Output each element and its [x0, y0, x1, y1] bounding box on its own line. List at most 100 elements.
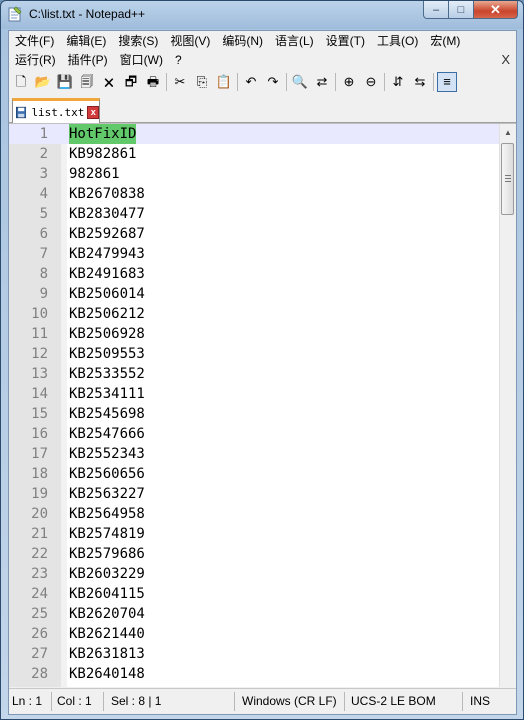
zoom-in-icon[interactable]: ⊕ [339, 72, 359, 92]
editor-line[interactable]: 8 KB2491683 [9, 264, 499, 284]
minimize-button[interactable]: – [423, 1, 449, 19]
cut-icon[interactable]: ✂ [170, 72, 190, 92]
copy-icon[interactable]: ⎘ [192, 72, 212, 92]
editor[interactable]: 1 HotFixID 2 KB982861 3 982861 4 KB2670838 5 KB28… [9, 123, 516, 687]
line-number: 25 [31, 606, 48, 622]
editor-line[interactable]: 18 KB2560656 [9, 464, 499, 484]
editor-line[interactable]: 26 KB2621440 [9, 624, 499, 644]
editor-line[interactable]: 17 KB2552343 [9, 444, 499, 464]
close-document-button[interactable]: X [501, 51, 510, 69]
menu-item[interactable]: 语言(L) [269, 32, 320, 50]
scroll-thumb[interactable] [501, 143, 514, 215]
vertical-scrollbar[interactable]: ▲ [499, 124, 516, 687]
sync-horizontal-icon[interactable]: ⇆ [410, 72, 430, 92]
line-number: 7 [39, 246, 48, 262]
status-bar: Ln : 1 Col : 1 Sel : 8 | 1 Windows (CR L… [9, 688, 516, 714]
menu-item[interactable]: ? [169, 51, 188, 69]
menu-item[interactable]: 编码(N) [216, 32, 269, 50]
line-number: 14 [31, 386, 48, 402]
open-file-icon[interactable]: 📂 [33, 72, 53, 92]
title-bar[interactable]: C:\list.txt - Notepad++ – □ ✕ [1, 1, 523, 28]
tab-close-icon[interactable]: x [87, 105, 99, 119]
editor-line[interactable]: 5 KB2830477 [9, 204, 499, 224]
editor-line[interactable]: 9 KB2506014 [9, 284, 499, 304]
menu-item[interactable]: 设置(T) [320, 32, 371, 50]
menu-item[interactable]: 插件(P) [62, 51, 114, 69]
editor-line[interactable]: 4 KB2670838 [9, 184, 499, 204]
menu-item[interactable]: 编辑(E) [60, 32, 112, 50]
editor-line[interactable]: 24 KB2604115 [9, 584, 499, 604]
maximize-button[interactable]: □ [449, 1, 474, 19]
menu-item[interactable]: 文件(F) [9, 32, 60, 50]
line-text: KB2552343 [69, 446, 145, 462]
line-text: KB2506928 [69, 326, 145, 342]
status-line: Ln : 1 [12, 694, 43, 708]
editor-line[interactable]: 15 KB2545698 [9, 404, 499, 424]
tab-bar: list.txt x [9, 98, 516, 123]
status-eol[interactable]: Windows (CR LF) [242, 689, 337, 714]
status-insert-mode[interactable]: INS [470, 689, 490, 714]
editor-line[interactable]: 14 KB2534111 [9, 384, 499, 404]
line-text: KB2509553 [69, 346, 145, 362]
line-text: KB2579686 [69, 546, 145, 562]
new-file-icon[interactable]: 🗋 [11, 72, 31, 92]
sync-vertical-icon[interactable]: ⇵ [388, 72, 408, 92]
scroll-up-icon[interactable]: ▲ [500, 124, 516, 141]
line-number: 13 [31, 366, 48, 382]
close-window-button[interactable]: ✕ [474, 1, 518, 19]
editor-line[interactable]: 6 KB2592687 [9, 224, 499, 244]
editor-line[interactable]: 12 KB2509553 [9, 344, 499, 364]
close-file-icon[interactable]: 🗙 [99, 72, 119, 92]
editor-line[interactable]: 19 KB2563227 [9, 484, 499, 504]
editor-line[interactable]: 27 KB2631813 [9, 644, 499, 664]
menu-item[interactable]: 宏(M) [424, 32, 466, 50]
editor-line[interactable]: 23 KB2603229 [9, 564, 499, 584]
status-selection: Sel : 8 | 1 [111, 694, 162, 708]
line-text: KB2564958 [69, 506, 145, 522]
print-icon[interactable]: 🖶 [143, 72, 163, 92]
editor-line[interactable]: 16 KB2547666 [9, 424, 499, 444]
menu-item[interactable]: 视图(V) [164, 32, 216, 50]
editor-line[interactable]: 25 KB2620704 [9, 604, 499, 624]
save-icon[interactable]: 💾 [55, 72, 75, 92]
editor-line[interactable]: 11 KB2506928 [9, 324, 499, 344]
undo-icon[interactable]: ↶ [241, 72, 261, 92]
word-wrap-icon[interactable]: ≡ [437, 72, 457, 92]
close-all-icon[interactable]: 🗗 [121, 72, 141, 92]
menu-item[interactable]: 工具(O) [371, 32, 424, 50]
menu-item[interactable]: 窗口(W) [114, 51, 169, 69]
status-encoding[interactable]: UCS-2 LE BOM [351, 689, 436, 714]
paste-icon[interactable]: 📋 [214, 72, 234, 92]
redo-icon[interactable]: ↷ [263, 72, 283, 92]
line-text: KB982861 [69, 146, 137, 162]
line-number: 16 [31, 426, 48, 442]
zoom-out-icon[interactable]: ⊖ [361, 72, 381, 92]
editor-line[interactable]: 7 KB2479943 [9, 244, 499, 264]
line-text: KB2506212 [69, 306, 145, 322]
line-number: 26 [31, 626, 48, 642]
editor-line[interactable]: 10 KB2506212 [9, 304, 499, 324]
editor-line[interactable]: 22 KB2579686 [9, 544, 499, 564]
line-text: KB2620704 [69, 606, 145, 622]
replace-icon[interactable]: ⇄ [312, 72, 332, 92]
menu-item[interactable]: 搜索(S) [112, 32, 164, 50]
line-text: KB2545698 [69, 406, 145, 422]
editor-line[interactable]: 20 KB2564958 [9, 504, 499, 524]
line-number: 5 [39, 206, 48, 222]
line-text: KB2479943 [69, 246, 145, 262]
line-number: 3 [39, 166, 48, 182]
tab-list-txt[interactable]: list.txt x [12, 98, 100, 123]
menu-item[interactable]: 运行(R) [9, 51, 62, 69]
line-text: KB2592687 [69, 226, 145, 242]
save-all-icon[interactable]: 🗐 [77, 72, 97, 92]
editor-line[interactable]: 1 HotFixID [9, 124, 499, 144]
editor-line[interactable]: 2 KB982861 [9, 144, 499, 164]
find-icon[interactable]: 🔍 [290, 72, 310, 92]
editor-line[interactable]: 3 982861 [9, 164, 499, 184]
line-number: 1 [39, 126, 48, 142]
line-text: KB2491683 [69, 266, 145, 282]
editor-line[interactable]: 21 KB2574819 [9, 524, 499, 544]
editor-line[interactable]: 13 KB2533552 [9, 364, 499, 384]
editor-line[interactable]: 28 KB2640148 [9, 664, 499, 684]
line-number: 20 [31, 506, 48, 522]
